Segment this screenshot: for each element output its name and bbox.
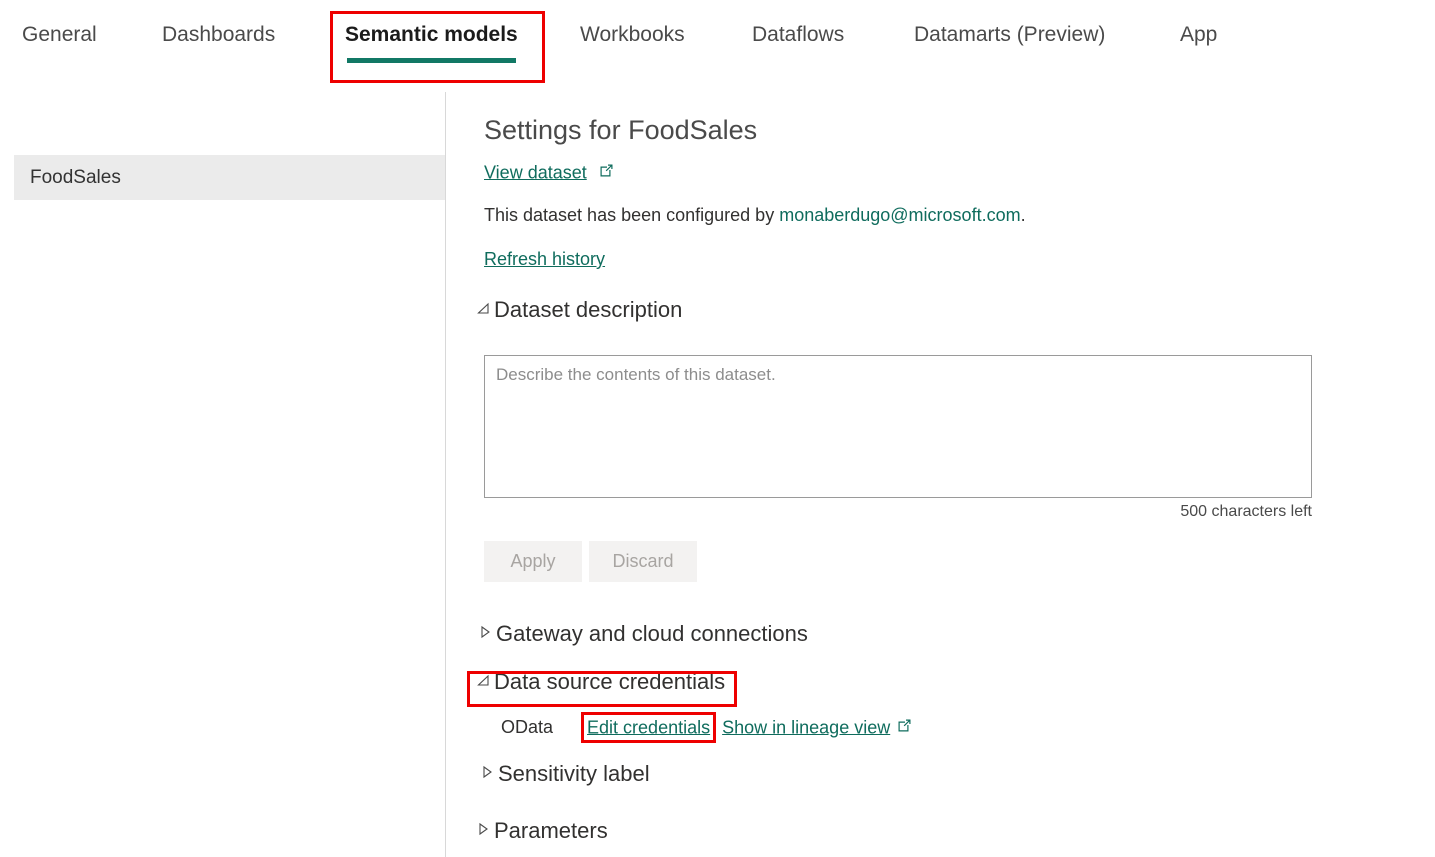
tab-semantic-models[interactable]: Semantic models: [345, 20, 518, 50]
chevron-collapsed-icon: [480, 765, 494, 779]
apply-button[interactable]: Apply: [484, 541, 582, 582]
tab-label: Datamarts (Preview): [914, 23, 1105, 46]
semantic-models-list-pane: FoodSales: [0, 92, 446, 857]
configured-by-email[interactable]: monaberdugo@microsoft.com: [779, 205, 1020, 225]
tab-bar: General Dashboards Semantic models Workb…: [0, 0, 1435, 92]
section-header-gateway-and-cloud-connections[interactable]: Gateway and cloud connections: [478, 619, 808, 649]
chevron-collapsed-icon: [478, 625, 492, 639]
section-header-sensitivity-label[interactable]: Sensitivity label: [480, 759, 650, 789]
data-source-row: OData Edit credentials Show in lineage vie…: [501, 715, 912, 742]
settings-content-pane: Settings for FoodSales View dataset This…: [446, 92, 1435, 857]
configured-suffix: .: [1021, 205, 1026, 225]
list-item-foodsales[interactable]: FoodSales: [14, 155, 445, 200]
tab-label: General: [22, 23, 97, 46]
external-link-icon: [897, 715, 912, 739]
section-title: Data source credentials: [494, 669, 725, 694]
characters-left-counter: 500 characters left: [484, 501, 1312, 523]
chevron-expanded-icon: [476, 301, 490, 315]
section-title: Dataset description: [494, 297, 682, 322]
view-dataset-row: View dataset: [484, 160, 614, 187]
section-header-data-source-credentials[interactable]: Data source credentials: [476, 667, 725, 697]
tab-general[interactable]: General: [22, 20, 97, 50]
tab-label: Dataflows: [752, 23, 844, 46]
tab-dataflows[interactable]: Dataflows: [752, 20, 844, 50]
data-source-type: OData: [501, 717, 553, 737]
tab-app[interactable]: App: [1180, 20, 1217, 50]
refresh-history-row: Refresh history: [484, 247, 605, 271]
edit-credentials-link[interactable]: Edit credentials: [587, 717, 710, 737]
tab-label: Dashboards: [162, 23, 275, 46]
configured-prefix: This dataset has been configured by: [484, 205, 779, 225]
section-title: Sensitivity label: [498, 761, 650, 786]
external-link-icon: [599, 160, 614, 184]
tab-label: App: [1180, 23, 1217, 46]
dataset-description-input[interactable]: [484, 355, 1312, 498]
section-title: Parameters: [494, 818, 608, 843]
tab-workbooks[interactable]: Workbooks: [580, 20, 685, 50]
discard-button[interactable]: Discard: [589, 541, 697, 582]
view-dataset-link[interactable]: View dataset: [484, 162, 587, 182]
list-item-label: FoodSales: [30, 167, 121, 188]
section-title: Gateway and cloud connections: [496, 621, 808, 646]
chevron-collapsed-icon: [476, 822, 490, 836]
section-header-parameters[interactable]: Parameters: [476, 816, 608, 846]
show-in-lineage-view-link[interactable]: Show in lineage view: [722, 717, 890, 737]
chevron-expanded-icon: [476, 673, 490, 687]
tab-dashboards[interactable]: Dashboards: [162, 20, 275, 50]
configured-by-text: This dataset has been configured by mona…: [484, 202, 1026, 228]
refresh-history-link[interactable]: Refresh history: [484, 249, 605, 269]
section-header-dataset-description[interactable]: Dataset description: [476, 295, 682, 325]
tab-active-underline: [347, 58, 516, 63]
tab-label: Semantic models: [345, 23, 518, 46]
tab-label: Workbooks: [580, 23, 685, 46]
page-title: Settings for FoodSales: [484, 113, 757, 147]
tab-datamarts-preview[interactable]: Datamarts (Preview): [914, 20, 1105, 50]
